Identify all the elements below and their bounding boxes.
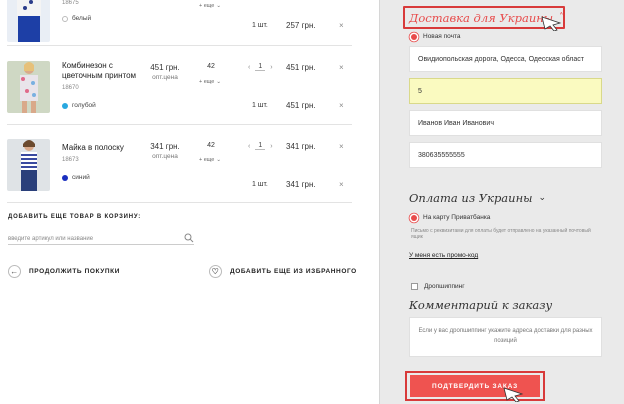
checkbox-icon (411, 283, 418, 290)
product-thumbnail[interactable] (7, 0, 50, 42)
arrow-left-icon: ← (8, 264, 21, 278)
phone-field[interactable]: 380635555555 (409, 142, 602, 168)
product-name[interactable]: Комбинезон с цветочным принтом (62, 61, 142, 81)
delivery-option-label: Новая почта (423, 33, 461, 40)
price-value: 341 грн. (150, 142, 180, 151)
product-sku: 18675 (62, 0, 79, 6)
promo-code-link[interactable]: У меня есть промо-код (409, 252, 478, 259)
dropshipping-checkbox[interactable]: Дропшиппинг (411, 283, 465, 290)
product-thumbnail[interactable] (7, 61, 50, 113)
product-sku: 18670 (62, 85, 79, 91)
mouse-cursor-icon (541, 16, 562, 31)
mouse-cursor-icon (503, 387, 524, 402)
product-photo-icon (7, 61, 50, 113)
chevron-down-icon: ⌄ (538, 193, 547, 203)
product-photo-icon (7, 0, 50, 42)
decrease-button[interactable]: ‹ (248, 143, 250, 150)
quantity-input[interactable]: 1 (255, 63, 266, 71)
product-color: синий (62, 174, 90, 181)
quantity-label: 1 шт. (252, 181, 268, 188)
branch-field[interactable]: 5 (409, 78, 602, 104)
remove-item-button[interactable]: × (339, 142, 344, 151)
size-more-label: + еще (199, 79, 215, 85)
payment-option-label: На карту Приватбанка (423, 214, 491, 221)
row-price: 341 грн. (286, 142, 316, 151)
continue-shopping-button[interactable]: ← ПРОДОЛЖИТЬ ПОКУПКИ (8, 263, 120, 279)
unit-price: 341 грн. опт.цена (140, 142, 190, 162)
comment-textarea[interactable] (409, 317, 602, 357)
quantity-label: 1 шт. (252, 102, 268, 109)
divider (7, 45, 352, 46)
remove-item-button[interactable]: × (339, 63, 344, 72)
comment-title: Комментарий к заказу (409, 298, 553, 312)
color-label: голубой (72, 102, 96, 109)
increase-button[interactable]: › (270, 143, 272, 150)
radio-selected-icon (411, 214, 417, 221)
product-color: белый (62, 15, 91, 22)
divider (7, 202, 352, 203)
row-price: 451 грн. (286, 63, 316, 72)
size-more-button[interactable]: + еще ⌄ (199, 3, 221, 9)
delivery-title: Доставка для Украины (409, 11, 554, 25)
divider (7, 124, 352, 125)
size-more-button[interactable]: + еще ⌄ (199, 79, 221, 85)
chevron-down-icon: ⌄ (216, 157, 221, 163)
payment-section-toggle[interactable]: Оплата из Украины ⌄ (409, 191, 546, 205)
payment-option-privatbank[interactable]: На карту Приватбанка (411, 214, 490, 221)
quantity-stepper: ‹ 1 › (248, 63, 273, 71)
add-product-title: ДОБАВИТЬ ЕЩЕ ТОВАР В КОРЗИНУ: (8, 214, 142, 220)
decrease-button[interactable]: ‹ (248, 64, 250, 71)
price-note: опт.цена (152, 74, 178, 81)
color-swatch-icon (62, 15, 68, 22)
color-swatch-icon (62, 174, 68, 181)
product-name[interactable]: Майка в полоску (62, 143, 142, 153)
heart-icon: ♡ (209, 264, 222, 278)
remove-item-button[interactable]: × (339, 21, 344, 30)
radio-selected-icon (411, 33, 417, 40)
product-thumbnail[interactable] (7, 139, 50, 191)
quantity-input[interactable]: 1 (255, 142, 266, 150)
item-total: 341 грн. (286, 180, 316, 189)
color-swatch-icon (62, 102, 68, 109)
payment-note: Письмо с реквизитами для оплаты будет от… (411, 228, 591, 240)
unit-price: 451 грн. опт.цена (140, 63, 190, 83)
payment-title: Оплата из Украины (409, 191, 533, 205)
remove-item-button[interactable]: × (339, 101, 344, 110)
size-value: 42 (207, 142, 215, 149)
add-from-favorites-label: ДОБАВИТЬ ЕЩЕ ИЗ ИЗБРАННОГО (230, 267, 357, 275)
cart-item: Майка в полоску 18673 синий 341 грн. опт.… (0, 137, 380, 207)
item-total: 451 грн. (286, 101, 316, 110)
cart-panel: 18675 белый + еще ⌄ 1 шт. 257 грн. × Комб… (0, 0, 380, 404)
dropshipping-label: Дропшиппинг (424, 283, 465, 290)
chevron-down-icon: ⌄ (216, 79, 221, 85)
product-photo-icon (7, 139, 50, 191)
size-more-label: + еще (199, 157, 215, 163)
product-sku: 18673 (62, 157, 79, 163)
recipient-name-field[interactable]: Иванов Иван Иванович (409, 110, 602, 136)
size-more-label: + еще (199, 3, 215, 9)
remove-item-button[interactable]: × (339, 180, 344, 189)
color-label: синий (72, 174, 90, 181)
item-total: 257 грн. (286, 21, 316, 30)
price-value: 451 грн. (150, 63, 180, 72)
quantity-stepper: ‹ 1 › (248, 142, 273, 150)
size-more-button[interactable]: + еще ⌄ (199, 157, 221, 163)
quantity-label: 1 шт. (252, 22, 268, 29)
delivery-option-nova-poshta[interactable]: Новая почта (411, 33, 461, 40)
chevron-down-icon: ⌄ (216, 3, 221, 9)
cart-item: Комбинезон с цветочным принтом 18670 гол… (0, 59, 380, 129)
add-from-favorites-button[interactable]: ♡ ДОБАВИТЬ ЕЩЕ ИЗ ИЗБРАННОГО (209, 263, 357, 279)
price-note: опт.цена (152, 153, 178, 160)
product-color: голубой (62, 102, 96, 109)
search-icon[interactable] (184, 233, 194, 243)
add-product-input[interactable] (8, 233, 194, 245)
continue-shopping-label: ПРОДОЛЖИТЬ ПОКУПКИ (29, 267, 120, 275)
color-label: белый (72, 15, 92, 22)
size-value: 42 (207, 63, 215, 70)
address-field[interactable]: Овидиопольская дорога, Одесса, Одесская … (409, 46, 602, 72)
increase-button[interactable]: › (270, 64, 272, 71)
